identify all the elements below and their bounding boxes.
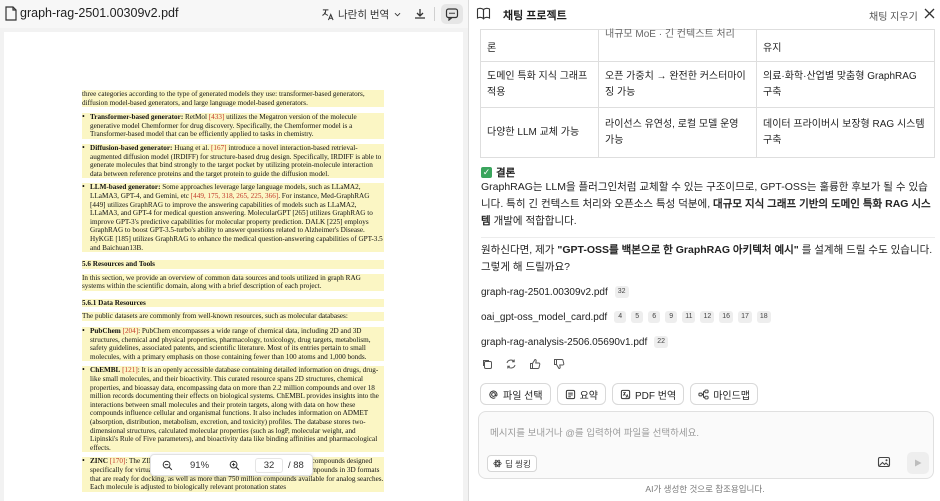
clear-chat-button[interactable]: 채팅 지우기 [869,8,918,23]
document-icon [5,6,17,21]
table-row: 도메인 특화 지식 그래프 적용 오픈 가중치 → 완전한 커스터마이징 가능 … [480,61,935,108]
page-badge[interactable]: 17 [738,311,752,323]
summary-icon [565,389,575,399]
offer-paragraph: 원하신다면, 제가 "GPT-OSS를 백본으로 한 GraphRAG 아키텍처… [481,244,933,256]
viewer-toolbar: graph-rag-2501.00309v2.pdf 나란히 번역 [0,0,468,28]
send-arrow-icon [915,459,922,467]
side-by-side-translate-button[interactable]: 나란히 번역 [318,4,405,24]
book-icon[interactable] [476,6,491,21]
table-row: 론 내규모 MoE · 긴 컨텍스트 처리 유지 [480,29,935,62]
send-button[interactable] [907,452,929,474]
zoom-in-icon[interactable] [229,460,240,471]
pdf-viewer-pane: graph-rag-2501.00309v2.pdf 나란히 번역 three … [0,0,469,501]
checkmark-icon: ✓ [481,167,492,178]
page-badge[interactable]: 9 [665,311,678,323]
table-row: 다양한 LLM 교체 가능 라이선스 유연성, 로컬 모델 운영 가능 데이터 … [480,107,935,158]
page-badge[interactable]: 12 [700,311,715,323]
page-badge[interactable]: 22 [654,336,669,348]
page-number-input[interactable]: 32 [255,458,283,473]
chat-bubble-icon [445,8,459,21]
page-badge[interactable]: 32 [614,286,629,298]
download-icon [415,9,425,19]
pdf-list-item: LLM-based generator: Some approaches lev… [82,183,384,253]
table-cell: 데이터 프라이버시 보장형 RAG 시스템 구축 [756,107,935,158]
pdf-list-item: Diffusion-based generator: Huang et al. … [82,143,384,179]
summary-tool-button[interactable]: 요약 [556,383,606,405]
offer-question: 그렇게 해 드릴까요? [481,261,570,273]
conclusion-paragraph: GraphRAG는 LLM을 플러그인처럼 교체할 수 있는 구조이므로, GP… [481,181,931,227]
close-icon[interactable] [924,8,935,19]
total-pages: / 88 [288,460,304,471]
atom-icon [493,459,502,468]
quick-tools: 파일 선택 요약 PDF 번역 마인드맵 [480,383,758,405]
zoom-pagination-bar: 91% 32 / 88 [150,454,313,476]
page-badge[interactable]: 11 [682,311,696,323]
table-cell: 론 [480,29,599,62]
source-file-reference[interactable]: graph-rag-analysis-2506.05690v1.pdf 22 [481,336,669,348]
page-badge[interactable]: 16 [719,311,734,323]
zoom-out-icon[interactable] [162,460,173,471]
page-badge[interactable]: 5 [631,311,644,323]
table-cell: 오픈 가중치 → 완전한 커스터마이징 가능 [598,61,757,108]
table-cell: 유지 [756,29,935,62]
source-file-reference[interactable]: graph-rag-2501.00309v2.pdf 32 [481,286,629,298]
thumbs-up-icon[interactable] [529,358,541,370]
translate-icon [620,389,631,399]
pdf-generator-list: Transformer-based generator: RetMol [433… [82,113,384,253]
pdf-paragraph: three categories according to the type o… [82,90,384,108]
pdf-subsection-heading: 5.6.1 Data Resources [82,298,384,308]
zoom-level: 91% [190,460,210,471]
mindmap-icon [698,389,709,399]
table-cell: 의료·화학·산업별 맞춤형 GraphRAG 구축 [756,61,935,108]
table-cell: 다양한 LLM 교체 가능 [480,107,599,158]
toolbar-divider [434,7,435,21]
comparison-table: 론 내규모 MoE · 긴 컨텍스트 처리 유지 도메인 특화 지식 그래프 적… [480,29,935,158]
translate-label: 나란히 번역 [338,8,390,21]
pdf-list-item: Transformer-based generator: RetMol [433… [82,113,384,139]
page-badge[interactable]: 18 [756,311,771,323]
pdf-page-content: three categories according to the type o… [82,90,384,497]
download-button[interactable] [409,4,431,24]
regenerate-icon[interactable] [505,358,517,370]
pdf-list-item: PubChem [204]: PubChem encompasses a wid… [82,327,384,362]
page-badge[interactable]: 4 [614,311,627,323]
pdf-paragraph: The public datasets are commonly from we… [82,312,384,322]
translate-icon [322,8,334,20]
mindmap-tool-button[interactable]: 마인드맵 [690,383,758,405]
message-actions [481,358,565,370]
message-input[interactable]: 메시지를 보내거나 @를 입력하여 파일을 선택하세요. [490,425,699,439]
pdf-filename: graph-rag-2501.00309v2.pdf [20,6,179,20]
thumbs-down-icon[interactable] [553,358,565,370]
pdf-section-heading: 5.6 Resources and Tools [82,260,384,269]
deep-thinking-toggle[interactable]: 딥 씽킹 [487,455,537,472]
message-composer[interactable]: 메시지를 보내거나 @를 입력하여 파일을 선택하세요. 딥 씽킹 [478,411,934,479]
chat-header: 채팅 프로젝트 채팅 지우기 [470,0,940,28]
chat-title: 채팅 프로젝트 [503,10,567,22]
divider [481,237,935,238]
pdf-page[interactable]: three categories according to the type o… [4,32,463,501]
at-icon [489,390,498,399]
ai-disclaimer: AI가 생성한 것으로 참조용입니다. [645,484,765,494]
select-file-tool-button[interactable]: 파일 선택 [480,383,551,405]
table-cell: 도메인 특화 지식 그래프 적용 [480,61,599,108]
pdf-translate-tool-button[interactable]: PDF 번역 [612,383,685,405]
copy-icon[interactable] [481,358,493,370]
chevron-down-icon [394,12,401,16]
table-cell: 라이선스 유연성, 로컬 모델 운영 가능 [598,107,757,158]
chat-panel-toggle-button[interactable] [441,4,463,24]
source-file-reference[interactable]: oai_gpt-oss_model_card.pdf 4 5 6 9 11 12… [481,311,771,323]
page-badge[interactable]: 6 [648,311,661,323]
conclusion-title: 결론 [496,167,516,179]
table-cell: 내규모 MoE · 긴 컨텍스트 처리 [598,29,757,62]
image-attach-icon[interactable] [877,455,891,469]
conclusion-heading: ✓ 결론 [481,165,515,180]
pdf-paragraph: In this section, we provide an overview … [82,273,384,291]
pdf-list-item: ChEMBL [121]: It is an openly accessible… [82,366,384,453]
